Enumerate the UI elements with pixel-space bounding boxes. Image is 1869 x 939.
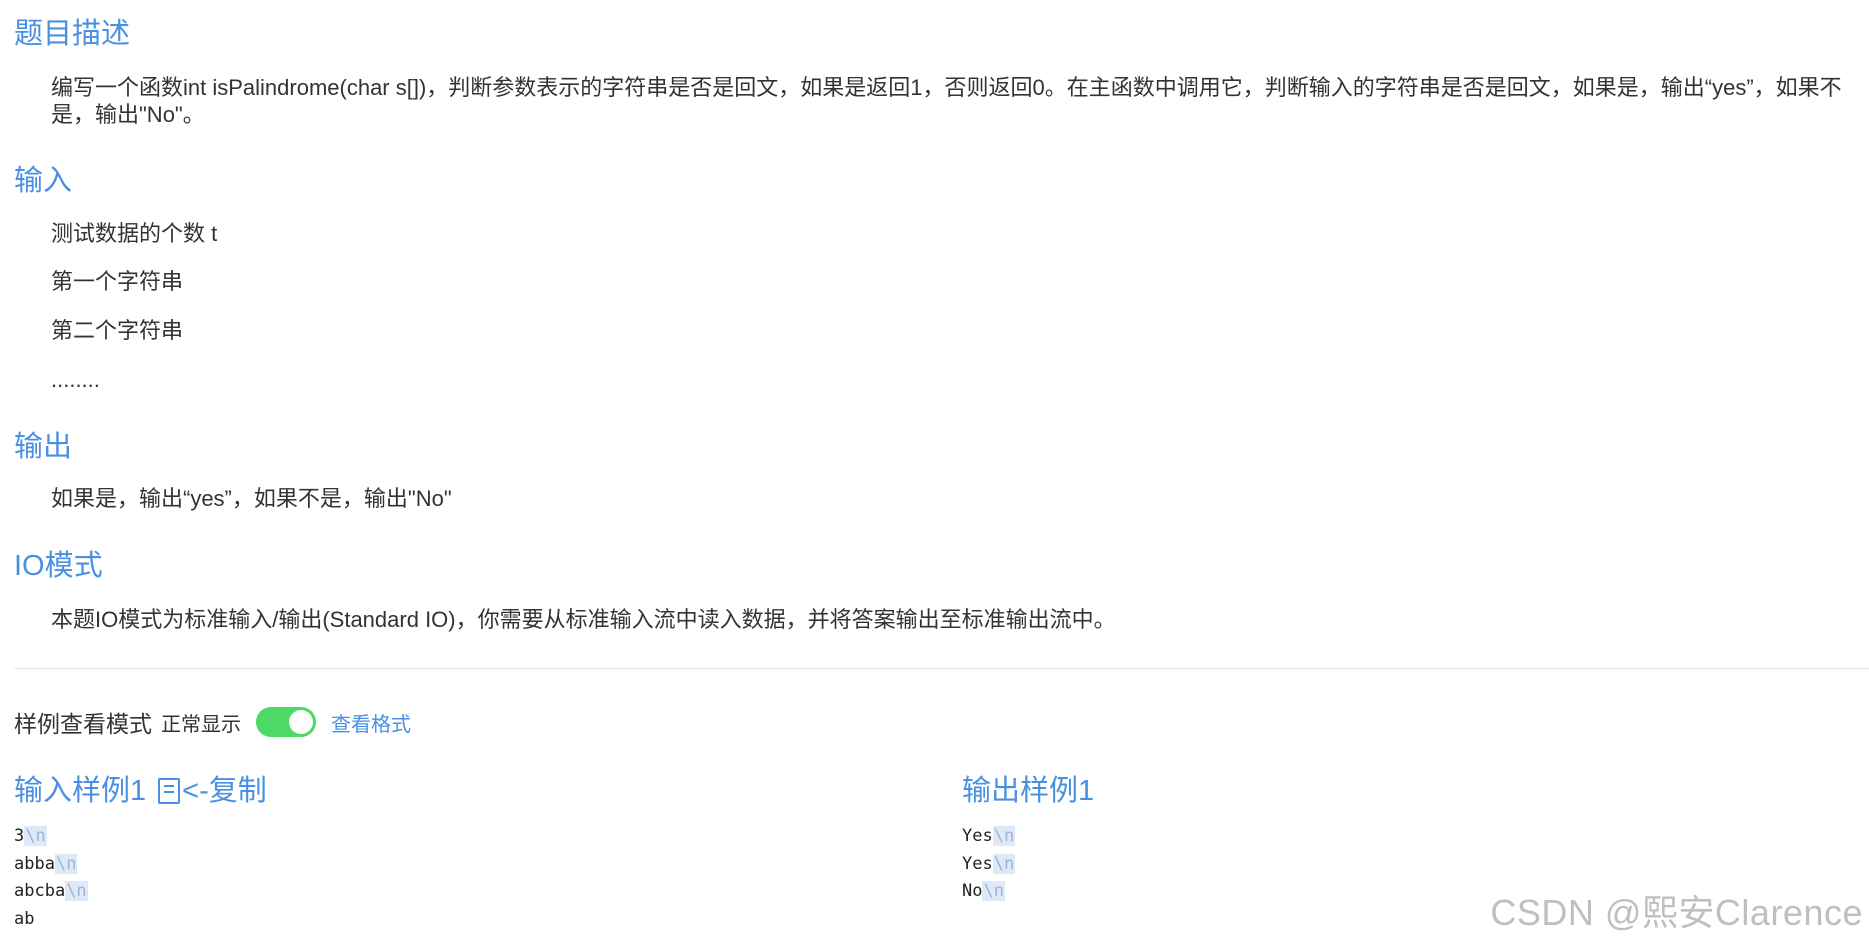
output-sample-title: 输出样例1	[962, 775, 1095, 807]
view-format-link[interactable]: 查看格式	[331, 708, 411, 737]
description-text: 编写一个函数int isPalindrome(char s[])，判断参数表示的…	[51, 75, 1842, 127]
newline-marker: \n	[65, 881, 88, 901]
input-sample-title: 输入样例1	[14, 775, 147, 807]
input-title: 输入	[14, 165, 73, 197]
output-sample-code: Yes\n Yes\n No\n	[962, 823, 1016, 906]
code-line: Yes\n	[962, 823, 1016, 851]
code-line: No\n	[962, 878, 1015, 906]
newline-marker: \n	[982, 881, 1005, 901]
input-line: ........	[51, 367, 100, 392]
code-text: Yes	[962, 853, 993, 874]
newline-marker: \n	[992, 826, 1016, 846]
input-sample-header: 输入样例1 <-复制	[14, 773, 267, 809]
sample-mode-row: 样例查看模式 正常显示 查看格式	[14, 704, 411, 740]
input-line: 测试数据的个数 t	[51, 221, 218, 246]
code-line: abcba\n	[14, 878, 88, 906]
output-sample-header: 输出样例1	[962, 773, 1094, 809]
output-text: 如果是，输出“yes”，如果不是，输出"No"	[51, 486, 452, 511]
code-text: abba	[14, 853, 55, 874]
copy-button[interactable]: <-复制	[182, 773, 267, 809]
code-line: Yes\n	[962, 851, 1016, 879]
newline-marker: \n	[992, 853, 1016, 874]
code-line: 3\n	[14, 823, 88, 851]
divider	[14, 668, 1869, 669]
sample-mode-label: 样例查看模式	[14, 711, 152, 737]
code-line: ab	[14, 906, 88, 934]
code-text: Yes	[962, 826, 993, 846]
code-text: 3	[14, 826, 25, 846]
sample-mode-state: 正常显示	[161, 713, 241, 736]
input-line: 第二个字符串	[51, 318, 184, 343]
code-text: No	[962, 881, 983, 901]
input-line: 第一个字符串	[51, 269, 184, 294]
sample-mode-toggle[interactable]	[256, 707, 316, 737]
newline-marker: \n	[54, 853, 78, 874]
output-title: 输出	[14, 431, 73, 463]
description-title: 题目描述	[14, 18, 131, 50]
code-text: abcba	[14, 881, 66, 901]
code-text: ab	[14, 908, 35, 929]
code-line: abba\n	[14, 851, 88, 879]
toggle-knob	[289, 710, 313, 734]
copy-icon[interactable]	[158, 778, 181, 804]
input-sample-code: 3\n abba\n abcba\n ab	[14, 823, 88, 933]
io-mode-text: 本题IO模式为标准输入/输出(Standard IO)，你需要从标准输入流中读入…	[51, 607, 1116, 632]
watermark: CSDN @熙安Clarence	[1490, 892, 1863, 933]
io-mode-title: IO模式	[14, 550, 103, 582]
newline-marker: \n	[24, 826, 47, 846]
